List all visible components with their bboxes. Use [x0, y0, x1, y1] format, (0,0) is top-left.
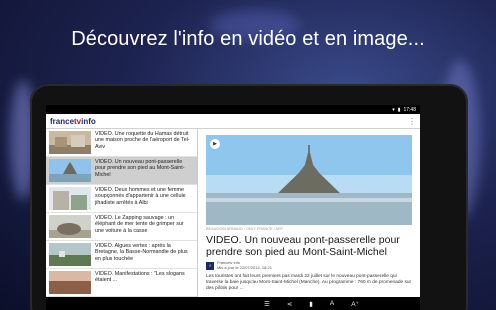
- battery-icon: ▮: [397, 106, 401, 113]
- article-list[interactable]: VIDEO. Une roquette du Hamas détruit une…: [46, 129, 198, 297]
- app-logo[interactable]: francetvinfo: [50, 117, 96, 126]
- source-logo-icon: f: [206, 261, 214, 270]
- list-item-text: VIDEO. Algues vertes : après la Bretagne…: [95, 243, 188, 262]
- thumbnail-image: [49, 159, 91, 182]
- status-time: 17:48: [403, 106, 416, 113]
- font-increase-icon[interactable]: A⁺: [351, 300, 359, 308]
- mont-saint-michel-image: [206, 135, 412, 225]
- overflow-menu-icon[interactable]: ⋮: [408, 117, 416, 126]
- share-icon[interactable]: ⋖: [287, 300, 292, 308]
- tablet-screen: ▾ ▮ 17:48 francetvinfo ⋮ VIDEO. Une roqu…: [46, 105, 420, 310]
- logo-prefix: france: [50, 116, 75, 126]
- article-detail: ▶ BEAUDOIN ARNAUD / ONLY FRANCE / AFP VI…: [198, 129, 420, 297]
- thumbnail-image: [49, 243, 91, 266]
- wifi-icon: ▾: [392, 106, 395, 113]
- list-item[interactable]: VIDEO. Algues vertes : après la Bretagne…: [46, 241, 197, 269]
- thumbnail-image: [49, 271, 91, 294]
- font-decrease-icon[interactable]: A: [330, 300, 334, 307]
- list-item-text: VIDEO. Deux hommes et une femme soupçonn…: [95, 187, 186, 206]
- article-body: Les touristes ont fait leurs premiers pa…: [206, 274, 412, 291]
- list-item[interactable]: VIDEO. Deux hommes et une femme soupçonn…: [46, 185, 197, 213]
- thumbnail-image: [49, 215, 91, 238]
- bookmark-icon[interactable]: ▮: [309, 300, 313, 308]
- play-icon[interactable]: ▶: [210, 139, 220, 149]
- list-item[interactable]: VIDEO. Un nouveau pont-passerelle pour p…: [46, 157, 197, 185]
- thumbnail-image: [49, 187, 91, 210]
- list-item[interactable]: VIDEO. Manifestations : "Les slogans éta…: [46, 269, 197, 297]
- list-item-text: VIDEO. Un nouveau pont-passerelle pour p…: [95, 159, 185, 178]
- main-content: VIDEO. Une roquette du Hamas détruit une…: [46, 129, 420, 297]
- promo-headline: Découvrez l'info en vidéo et en image...: [71, 28, 425, 50]
- action-bar: ☰ ⋖ ▮ A A⁺: [46, 297, 420, 310]
- app-bar: francetvinfo ⋮: [46, 114, 420, 129]
- thumbnail-image: [49, 131, 91, 154]
- list-item-text: VIDEO. Manifestations : "Les slogans éta…: [95, 271, 185, 284]
- article-date: Mis à jour le 22/07/2014, 18:21: [217, 264, 272, 270]
- image-credit: BEAUDOIN ARNAUD / ONLY FRANCE / AFP: [206, 227, 283, 231]
- status-bar: ▾ ▮ 17:48: [46, 105, 420, 114]
- logo-suffix: info: [81, 116, 96, 126]
- article-hero-image[interactable]: ▶: [206, 135, 412, 225]
- article-meta: f Francetv info Mis à jour le 22/07/2014…: [206, 260, 412, 270]
- article-title: VIDEO. Un nouveau pont-passerelle pour p…: [206, 234, 400, 258]
- list-item[interactable]: VIDEO. Le Zapping sauvage : un éléphant …: [46, 213, 197, 241]
- list-item-text: VIDEO. Le Zapping sauvage : un éléphant …: [95, 215, 184, 234]
- list-item-text: VIDEO. Une roquette du Hamas détruit une…: [95, 131, 190, 150]
- list-icon[interactable]: ☰: [264, 300, 270, 308]
- list-item[interactable]: VIDEO. Une roquette du Hamas détruit une…: [46, 129, 197, 157]
